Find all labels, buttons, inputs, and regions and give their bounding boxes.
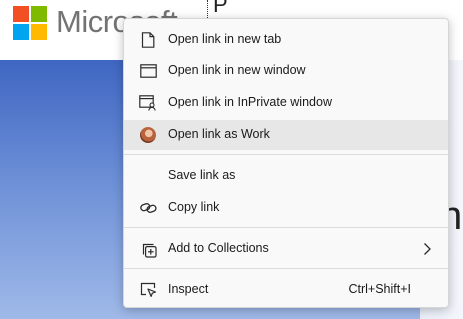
context-menu: Open link in new tab Open link in new wi… — [123, 18, 449, 308]
new-tab-icon — [139, 31, 157, 49]
menu-separator — [124, 154, 448, 155]
logo-square-red — [13, 6, 29, 22]
header-partial-text: P — [213, 0, 228, 14]
menu-item-label: Inspect — [168, 282, 209, 296]
menu-item-open-as-work[interactable]: Open link as Work — [124, 120, 448, 150]
menu-item-save-link-as[interactable]: Save link as — [124, 161, 448, 191]
menu-item-label: Open link in new window — [168, 63, 306, 77]
inprivate-window-icon — [139, 94, 157, 112]
logo-square-green — [31, 6, 47, 22]
menu-item-label: Copy link — [168, 200, 220, 214]
menu-item-open-new-tab[interactable]: Open link in new tab — [124, 25, 448, 55]
avatar — [140, 127, 156, 143]
menu-item-open-inprivate[interactable]: Open link in InPrivate window — [124, 88, 448, 118]
menu-item-label: Add to Collections — [168, 241, 269, 255]
menu-item-copy-link[interactable]: Copy link — [124, 193, 448, 223]
menu-separator — [124, 268, 448, 269]
chevron-right-icon — [420, 242, 434, 256]
menu-item-label: Save link as — [168, 168, 236, 182]
inspect-icon — [139, 281, 157, 299]
menu-item-add-to-collections[interactable]: Add to Collections — [124, 234, 448, 264]
menu-item-label: Open link in InPrivate window — [168, 95, 332, 109]
menu-item-label: Open link in new tab — [168, 32, 282, 46]
microsoft-logo-icon[interactable] — [13, 6, 47, 40]
header-divider — [207, 0, 208, 18]
profile-avatar-icon — [139, 126, 157, 144]
logo-square-yellow — [31, 24, 47, 40]
menu-item-label: Open link as Work — [168, 127, 270, 141]
menu-item-open-new-window[interactable]: Open link in new window — [124, 56, 448, 86]
link-icon — [139, 199, 157, 217]
collections-add-icon — [139, 240, 157, 258]
logo-square-blue — [13, 24, 29, 40]
menu-separator — [124, 227, 448, 228]
shortcut-hint: Ctrl+Shift+I — [348, 282, 411, 296]
menu-item-inspect[interactable]: Inspect Ctrl+Shift+I — [124, 275, 448, 305]
new-window-icon — [139, 62, 157, 80]
